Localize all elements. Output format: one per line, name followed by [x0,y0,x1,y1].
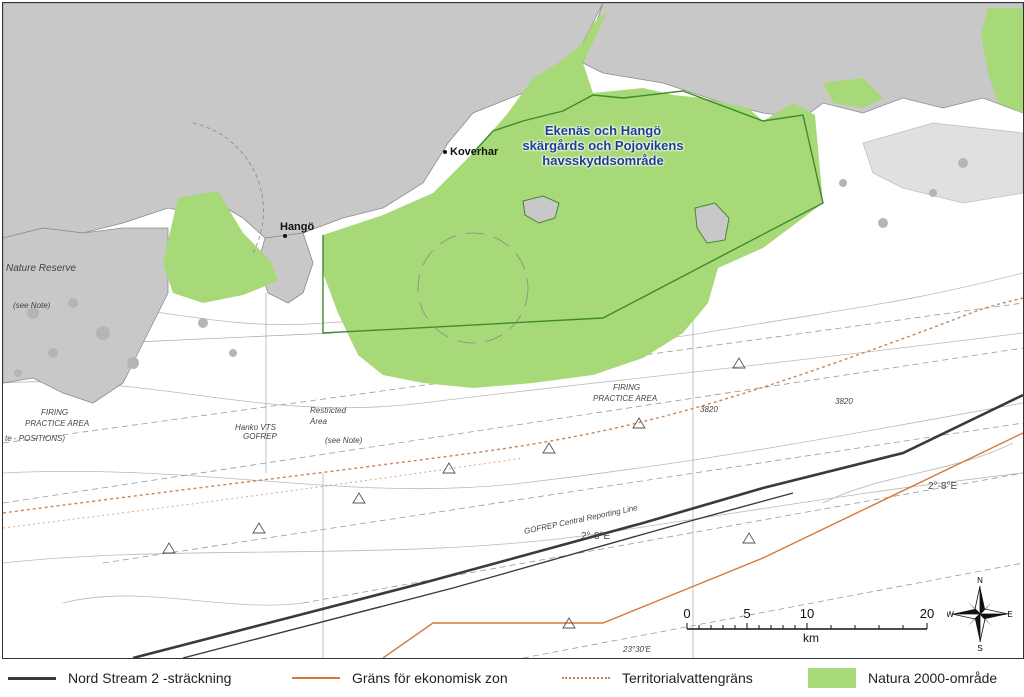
protected-area-label: Ekenäs och Hangö skärgårds och Pojoviken… [508,123,698,168]
legend-item-eez: Gräns för ekonomisk zon [292,666,508,690]
scale-tick-20: 20 [919,606,935,621]
label-nature-reserve: Nature Reserve [6,263,77,274]
label-positions: te - POSITIONS) [5,434,66,443]
label-practice-2: PRACTICE AREA [593,394,658,403]
label-latitude: 23°30'E [623,645,651,654]
legend-label-natura: Natura 2000-område [868,670,998,686]
legend-label-eez: Gräns för ekonomisk zon [352,670,508,686]
legend-item-natura: Natura 2000-område [808,666,997,690]
legend-swatch-natura [808,668,856,688]
nautical-map [3,3,1023,658]
label-area: Area [310,417,327,426]
compass-star-icon: N S E W [946,576,1012,653]
label-see-note-1: (see Note) [13,301,51,310]
label-variation-1: 2°-8°E [581,531,611,542]
protected-area-label-line3: havsskyddsområde [542,153,664,168]
label-restricted: Restricted [310,406,347,415]
legend-label-territorial: Territorialvattengräns [622,670,753,686]
label-see-note-2: (see Note) [325,436,363,445]
legend-item-pipeline: Nord Stream 2 -sträckning [8,666,231,690]
protected-area-label-line2: skärgårds och Pojovikens [522,138,684,153]
north-arrow-icon: N S E W [946,576,1013,653]
map-frame[interactable]: Koverhar Hangö Ekenäs och Hangö skärgård… [2,2,1024,659]
label-depth-3820-a: 3820 [700,405,718,414]
scale-unit: km [803,631,819,645]
compass-s: S [977,644,982,652]
legend-item-territorial: Territorialvattengräns [562,666,753,690]
legend-swatch-pipeline [8,676,56,680]
label-gofrep: GOFREP [243,432,277,441]
legend-swatch-eez [292,677,340,679]
town-marker-icon [443,150,447,155]
compass-n: N [977,576,983,585]
map-legend: Nord Stream 2 -sträckning Gräns för ekon… [0,660,1024,697]
label-firing-2: FIRING [613,383,641,392]
legend-label-pipeline: Nord Stream 2 -sträckning [68,670,232,686]
legend-swatch-territorial [562,677,610,679]
place-hango: Hangö [280,221,314,233]
label-practice-1: PRACTICE AREA [25,419,90,428]
scale-tick-5: 5 [743,606,751,621]
scale-tick-10: 10 [799,606,815,621]
label-hanko-vts: Hanko VTS [235,423,276,432]
place-koverhar: Koverhar [443,146,498,158]
town-marker-icon [283,234,287,238]
label-variation-2: 2°-8°E [928,481,958,492]
compass-w: W [947,610,954,619]
place-koverhar-label: Koverhar [450,146,499,158]
scale-tick-0: 0 [683,606,691,621]
label-firing-1: FIRING [41,408,69,417]
compass-e: E [1007,610,1012,619]
label-depth-3820-b: 3820 [835,397,853,406]
place-hango-label: Hangö [280,221,315,233]
protected-area-label-line1: Ekenäs och Hangö [544,123,662,138]
scale-bar: 0 5 10 20 km [683,606,939,646]
